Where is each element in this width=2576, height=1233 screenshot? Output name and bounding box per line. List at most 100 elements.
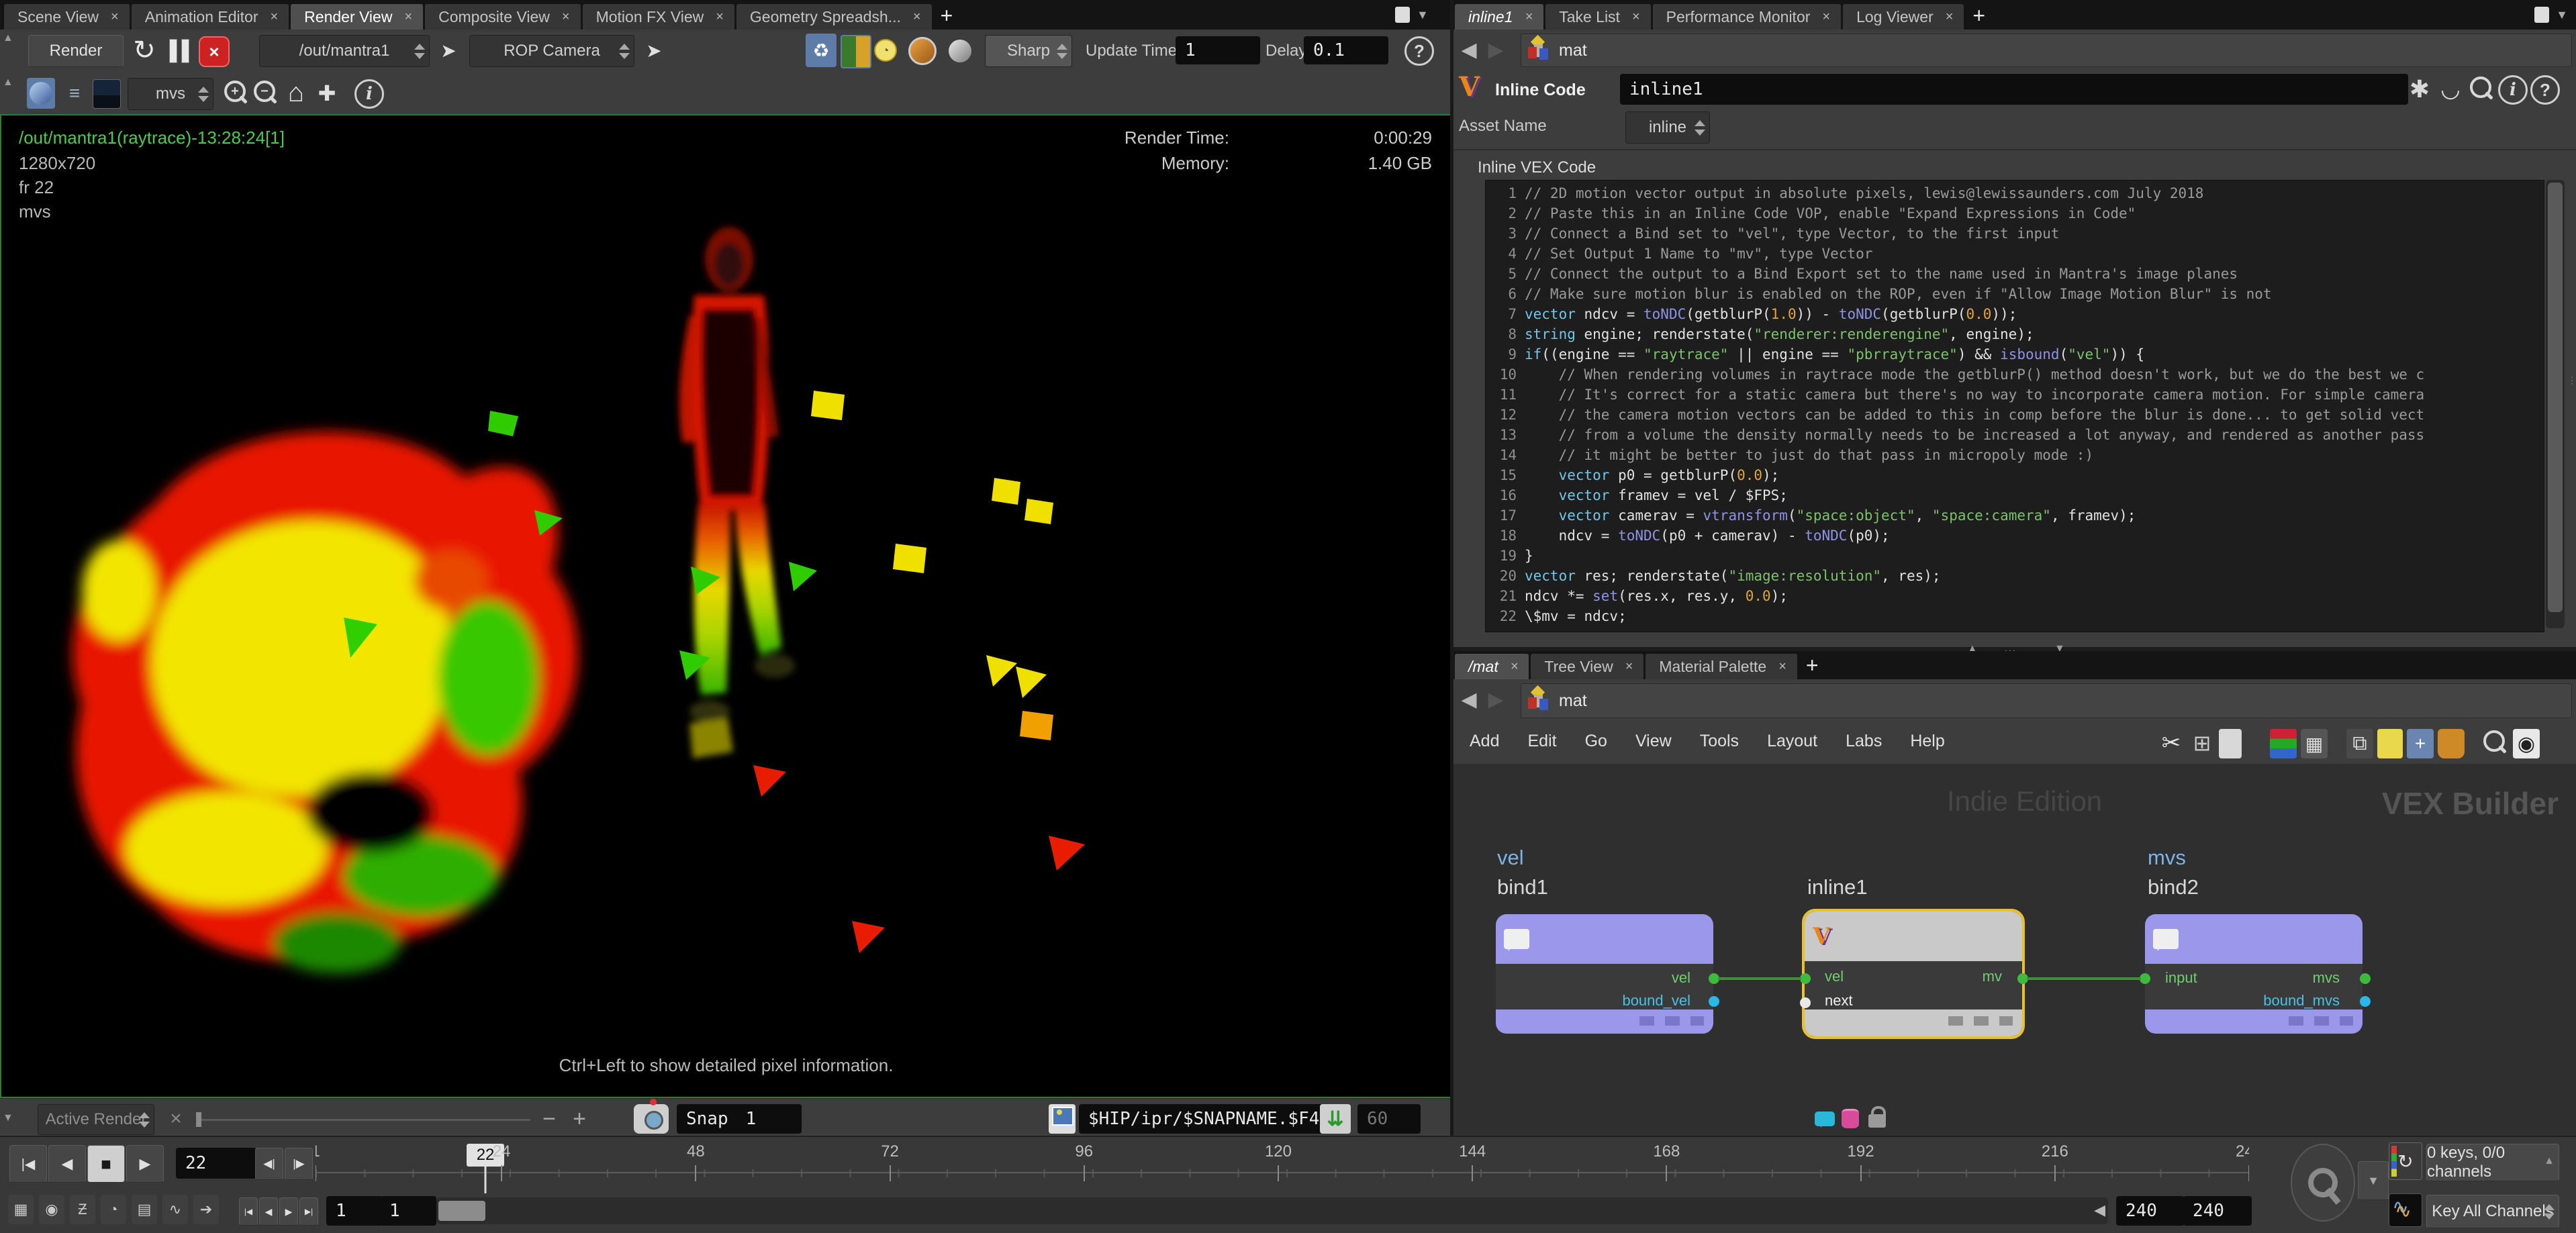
clear-snapshot-icon[interactable]: ×: [164, 1105, 188, 1132]
stop-button[interactable]: ■: [87, 1145, 125, 1183]
spinner-icon[interactable]: [139, 1105, 150, 1134]
code-scrollbar-thumb[interactable]: [2548, 183, 2563, 612]
close-icon[interactable]: ×: [1778, 659, 1786, 675]
bind2-mvs-output-dot[interactable]: [2360, 973, 2371, 984]
close-icon[interactable]: ×: [716, 9, 724, 25]
stop-render-icon[interactable]: ×: [199, 36, 230, 67]
auto-update-icon[interactable]: ♻: [806, 34, 837, 67]
audio-options-icon[interactable]: ◉: [39, 1195, 64, 1224]
set-key-button[interactable]: [2291, 1144, 2355, 1222]
update-time-field[interactable]: 1: [1176, 36, 1260, 64]
play-reverse-button[interactable]: ◀: [48, 1145, 86, 1183]
save-sequence-icon[interactable]: ⇊: [1320, 1104, 1351, 1134]
step-back-button[interactable]: ◀|: [255, 1148, 283, 1180]
render-viewport[interactable]: /out/mantra1(raytrace)-13:28:24[1] 1280x…: [0, 114, 1452, 1098]
global-start-field[interactable]: 1: [326, 1196, 383, 1226]
tab-tree-view[interactable]: Tree View×: [1531, 654, 1643, 679]
pane-menu-icon[interactable]: ▼: [2556, 8, 2568, 22]
bind2-boundmvs-output-dot[interactable]: [2360, 996, 2371, 1007]
snapshot-image-icon[interactable]: [1049, 1104, 1076, 1134]
choose-rop-icon[interactable]: ➤: [434, 35, 463, 66]
wire-inline1-bind2[interactable]: [2027, 977, 2141, 980]
snapshot-mode-selector[interactable]: Active Render: [38, 1104, 154, 1135]
snap-field[interactable]: Snap 1: [677, 1104, 802, 1134]
network-breadcrumb[interactable]: mat: [1521, 683, 2572, 718]
zoom-in-icon[interactable]: +: [222, 78, 248, 109]
node-inline1[interactable]: V vel next mv: [1805, 911, 2022, 1036]
collapse-arrow-icon[interactable]: ▲: [3, 32, 13, 44]
menu-labs[interactable]: Labs: [1846, 732, 1882, 751]
range-slider-end-arrow[interactable]: ◀: [2094, 1201, 2105, 1219]
snapshot-slider[interactable]: [196, 1119, 530, 1121]
close-icon[interactable]: ×: [1946, 9, 1954, 25]
menu-view[interactable]: View: [1635, 732, 1672, 751]
gear-icon[interactable]: ✱: [2405, 74, 2434, 105]
asset-name-selector[interactable]: inline: [1625, 111, 1710, 144]
ladle-icon[interactable]: ◡: [2436, 74, 2465, 105]
menu-edit[interactable]: Edit: [1527, 732, 1556, 751]
image-planes-icon[interactable]: ≡: [60, 78, 89, 109]
comments-icon[interactable]: [1815, 1112, 1835, 1126]
background-image-icon[interactable]: +: [2407, 729, 2434, 758]
tab-inline1[interactable]: inline1×: [1455, 4, 1543, 30]
range-start-field[interactable]: 1: [380, 1196, 436, 1226]
help-icon[interactable]: ?: [2530, 75, 2560, 105]
auto-key-icon[interactable]: ↻: [2389, 1142, 2422, 1180]
tab-animation-editor[interactable]: Animation Editor×: [132, 4, 289, 30]
menu-add[interactable]: Add: [1470, 732, 1499, 751]
snapshot-path-field[interactable]: $HIP/ipr/$SNAPNAME.$F4.$: [1079, 1104, 1323, 1134]
snapshot-camera-icon[interactable]: [634, 1104, 669, 1134]
mantra-inspect-icon[interactable]: [908, 36, 937, 66]
spinner-icon[interactable]: [414, 36, 425, 66]
menu-go[interactable]: Go: [1585, 732, 1607, 751]
info-icon[interactable]: i: [2498, 75, 2528, 105]
close-icon[interactable]: ×: [1525, 9, 1533, 25]
range-first-button[interactable]: |◀: [239, 1197, 258, 1226]
image-display-icon[interactable]: [27, 78, 55, 109]
tab-motion-fx-view[interactable]: Motion FX View×: [583, 4, 734, 30]
new-tab-icon[interactable]: +: [1806, 653, 1819, 679]
list-view-icon[interactable]: [2219, 729, 2242, 758]
delay-field[interactable]: 0.1: [1304, 36, 1388, 64]
tab-material-palette[interactable]: Material Palette×: [1645, 654, 1797, 679]
add-snapshot-icon[interactable]: +: [567, 1104, 591, 1134]
frame-all-icon[interactable]: ✚: [313, 78, 341, 109]
tab-geometry-spreadsheet[interactable]: Geometry Spreadsh...×: [736, 4, 932, 30]
tree-view-icon[interactable]: ⊞: [2188, 728, 2216, 758]
node-name-field[interactable]: inline1: [1620, 74, 2408, 105]
global-end-field[interactable]: 240: [2183, 1196, 2252, 1226]
spinner-icon[interactable]: [1695, 112, 1705, 143]
pause-render-icon[interactable]: [169, 39, 189, 63]
inline1-vel-input-dot[interactable]: [1800, 973, 1811, 984]
pane-menu-icon[interactable]: ▼: [1417, 8, 1429, 22]
choose-camera-icon[interactable]: ➤: [639, 35, 669, 66]
camera-selector[interactable]: ROP Camera: [469, 35, 634, 67]
network-search-icon[interactable]: [2481, 728, 2508, 758]
close-icon[interactable]: ×: [913, 9, 921, 25]
filter-selector[interactable]: Sharp: [985, 35, 1072, 67]
timeline-ruler[interactable]: 22 124487296120144168192216240: [316, 1142, 2249, 1195]
pane-resize-handle[interactable]: ⋯: [2567, 376, 2576, 385]
ipr-hint-icon[interactable]: ◔: [874, 39, 897, 62]
back-icon[interactable]: ◀: [1456, 36, 1482, 63]
collapse-arrow-icon[interactable]: ▲: [3, 77, 13, 89]
snapshot-slider-handle[interactable]: [196, 1112, 201, 1127]
global-range-icon[interactable]: ▤: [132, 1195, 157, 1224]
spinner-icon[interactable]: [619, 36, 630, 66]
remove-snapshot-icon[interactable]: −: [537, 1104, 561, 1134]
code-scrollbar[interactable]: [2546, 180, 2565, 628]
keys-info-dropdown[interactable]: 0 keys, 0/0 channels ▲: [2426, 1144, 2559, 1181]
playback-range-slider[interactable]: ◀: [436, 1197, 2108, 1224]
tab-render-view[interactable]: Render View×: [291, 4, 423, 30]
close-icon[interactable]: ×: [1822, 9, 1830, 25]
tab-composite-view[interactable]: Composite View×: [425, 4, 580, 30]
close-icon[interactable]: ×: [404, 9, 412, 25]
sticky-note-icon[interactable]: [2377, 729, 2403, 758]
home-view-icon[interactable]: ⌂: [282, 77, 310, 109]
help-icon[interactable]: ?: [1404, 36, 1434, 66]
new-tab-icon[interactable]: +: [941, 3, 953, 30]
menu-help[interactable]: Help: [1910, 732, 1944, 751]
tab-performance-monitor[interactable]: Performance Monitor×: [1653, 4, 1841, 30]
re-render-icon[interactable]: ↻: [129, 35, 160, 66]
node-bind1[interactable]: vel bound_vel: [1496, 914, 1713, 1034]
